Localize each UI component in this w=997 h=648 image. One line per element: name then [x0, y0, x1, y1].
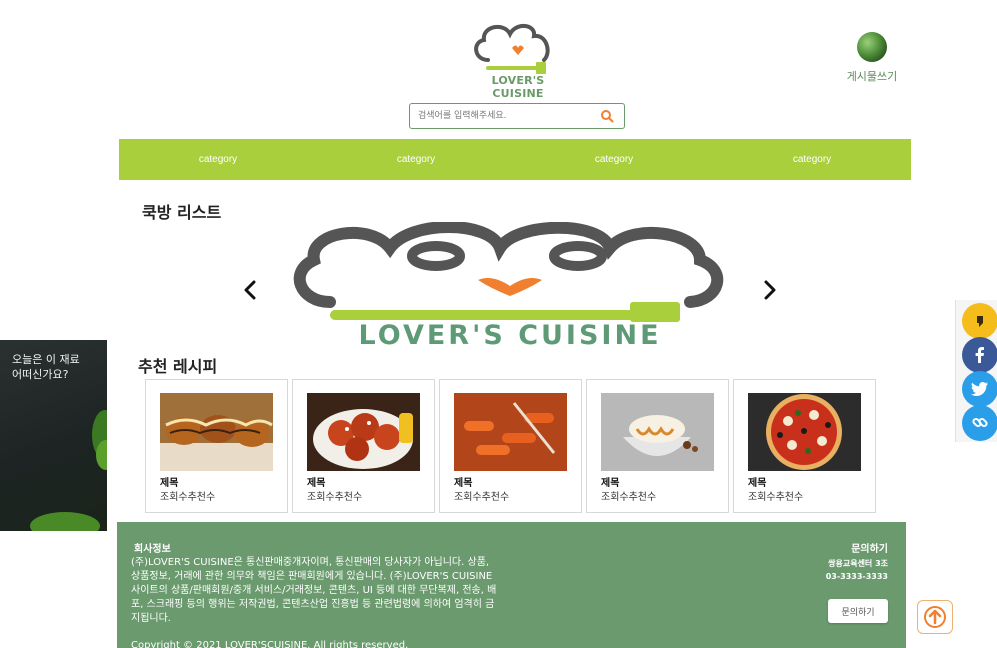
card-title: 제목	[307, 478, 326, 489]
chevron-right-icon[interactable]	[762, 280, 778, 300]
company-info-title: 회사정보	[134, 544, 171, 555]
chef-hat-logo-icon	[474, 24, 550, 74]
kakao-share-button[interactable]	[962, 303, 997, 339]
card-title: 제목	[160, 478, 179, 489]
nav-item-category-3[interactable]: category	[515, 139, 713, 180]
nav-item-category-4[interactable]: category	[713, 139, 911, 180]
carousel-banner-image: LOVER'S CUISINE	[260, 221, 760, 351]
card-meta: 조회수추천수	[160, 492, 216, 503]
social-share-bar	[955, 300, 997, 442]
recipe-card[interactable]: 제목 조회수추천수	[733, 379, 876, 513]
dessert-image	[601, 393, 714, 471]
write-post-label: 게시물쓰기	[846, 70, 898, 83]
search-icon[interactable]	[600, 109, 614, 123]
nav-item-category-2[interactable]: category	[317, 139, 515, 180]
facebook-share-button[interactable]	[962, 337, 997, 373]
card-title: 제목	[748, 478, 767, 489]
company-info-text: (주)LOVER'S CUISINE은 통신판매중개자이며, 통신판매의 당사자…	[131, 557, 497, 624]
contact-team: 쌍용교육센터 3조	[828, 559, 888, 568]
write-post-avatar	[857, 32, 887, 62]
recipe-card[interactable]: 제목 조회수추천수	[292, 379, 435, 513]
copy-link-button[interactable]	[962, 405, 997, 441]
kakao-icon	[977, 316, 983, 327]
broccoli-leaf	[96, 440, 107, 470]
broccoli-leaf	[30, 512, 100, 531]
site-footer: 회사정보 (주)LOVER'S CUISINE은 통신판매중개자이며, 통신판매…	[117, 522, 906, 648]
twitter-share-button[interactable]	[962, 371, 997, 407]
contact-button[interactable]: 문의하기	[828, 599, 888, 623]
cookbang-list-title: 쿡방 리스트	[142, 203, 222, 222]
pizza-image	[748, 393, 861, 471]
chef-hat-banner-icon	[293, 221, 724, 322]
search-box	[409, 103, 625, 129]
back-to-top-button[interactable]	[917, 600, 953, 634]
contact-phone: 03-3333-3333	[825, 572, 888, 581]
card-meta: 조회수추천수	[307, 492, 363, 503]
recipe-card[interactable]: 제목 조회수추천수	[145, 379, 288, 513]
link-icon	[972, 417, 988, 428]
search-input[interactable]	[418, 108, 598, 124]
card-title: 제목	[601, 478, 620, 489]
ad-text: 오늘은 이 재료 어떠신가요?	[12, 353, 80, 381]
card-meta: 조회수추천수	[454, 492, 510, 503]
recipe-card[interactable]: 제목 조회수추천수	[439, 379, 582, 513]
facebook-icon	[975, 347, 984, 363]
recipe-card[interactable]: 제목 조회수추천수	[586, 379, 729, 513]
banner-carousel: LOVER'S CUISINE	[230, 221, 790, 351]
card-meta: 조회수추천수	[601, 492, 657, 503]
contact-title: 문의하기	[851, 544, 888, 555]
recipe-cards: 제목 조회수추천수 제목 조회수추천수 제목 조회수추천수 제목 조회수추천수 …	[145, 379, 876, 513]
site-logo[interactable]: LOVER'S CUISINE	[466, 20, 570, 100]
nav-item-category-1[interactable]: category	[119, 139, 317, 180]
takoyaki-image	[160, 393, 273, 471]
recommended-recipes-title: 추천 레시피	[138, 357, 218, 376]
card-title: 제목	[454, 478, 473, 489]
ingredient-recommendation-ad[interactable]: 오늘은 이 재료 어떠신가요?	[0, 340, 107, 531]
copyright-text: Copyright © 2021 LOVER'SCUISINE. All rig…	[131, 640, 409, 648]
arrow-up-icon	[924, 606, 946, 628]
twitter-icon	[971, 382, 988, 396]
banner-wordmark: LOVER'S CUISINE	[358, 320, 662, 351]
tteokbokki-image	[454, 393, 567, 471]
logo-wordmark: LOVER'S CUISINE	[491, 74, 545, 100]
card-meta: 조회수추천수	[748, 492, 804, 503]
tangsuyuk-image	[307, 393, 420, 471]
write-post-link[interactable]: 게시물쓰기	[838, 32, 906, 84]
chevron-left-icon[interactable]	[242, 280, 258, 300]
category-nav: category category category category	[119, 139, 911, 180]
